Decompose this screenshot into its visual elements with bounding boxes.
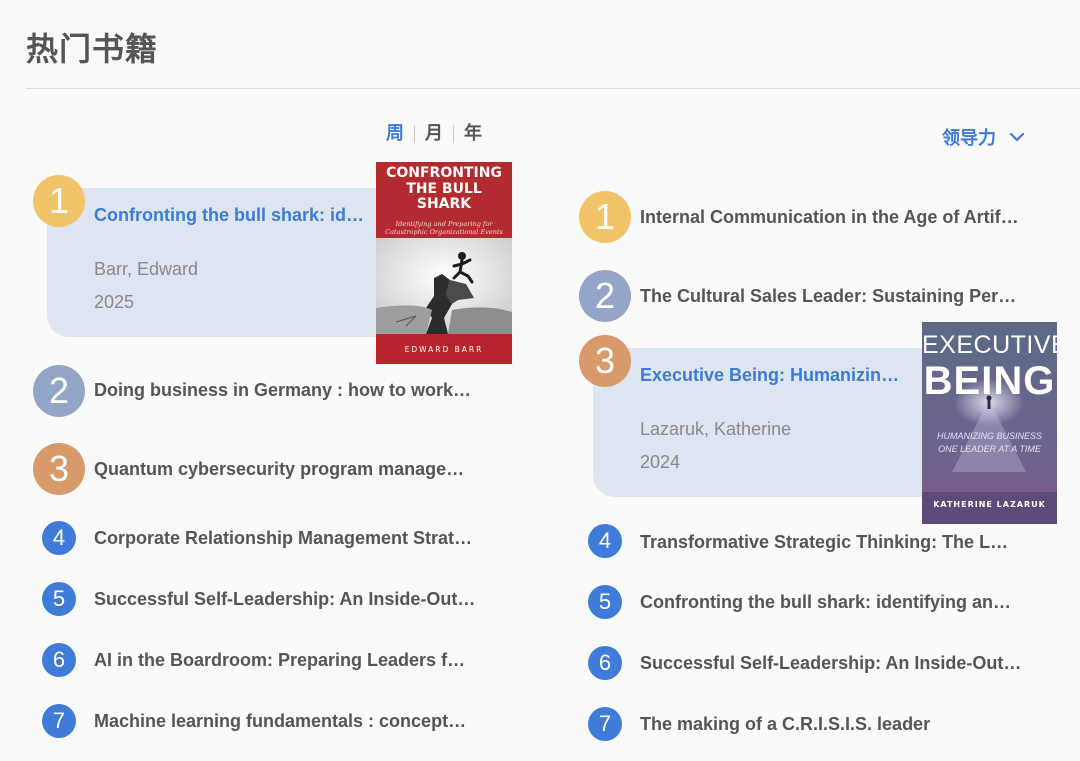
rank-badge: 3 xyxy=(33,443,85,495)
cover-title: EXECUTIVE BEING xyxy=(922,331,1057,403)
cover-subtitle: HUMANIZING BUSINESS ONE LEADER AT A TIME xyxy=(936,431,1042,454)
featured-book-title[interactable]: Executive Being: Humanizing Business One… xyxy=(640,365,904,386)
featured-book-year: 2025 xyxy=(94,292,135,312)
chevron-down-icon xyxy=(1009,132,1025,142)
period-tabs: 周 月 年 xyxy=(386,122,492,146)
rank-badge: 5 xyxy=(588,585,622,619)
featured-book-author: Lazaruk, Katherine xyxy=(640,419,792,439)
rank-badge: 2 xyxy=(33,365,85,417)
rank-badge: 2 xyxy=(579,270,631,322)
book-title[interactable]: Quantum cybersecurity program management xyxy=(94,459,474,480)
book-cover-image[interactable]: EXECUTIVE BEING HUMANIZING BUSINESS ONE … xyxy=(922,322,1057,524)
cover-author: EDWARD BARR xyxy=(404,345,484,354)
category-dropdown[interactable]: 领导力 xyxy=(942,124,1026,150)
category-label: 领导力 xyxy=(942,128,996,149)
cover-author: KATHERINE LAZARUK xyxy=(933,500,1046,509)
rank-badge: 3 xyxy=(579,335,631,387)
book-title[interactable]: Transformative Strategic Thinking: The L… xyxy=(640,532,1016,553)
book-title[interactable]: The making of a C.R.I.S.I.S. leader xyxy=(640,714,1020,735)
rank-badge: 6 xyxy=(42,643,76,677)
rank-badge: 1 xyxy=(33,175,85,227)
rank-badge: 1 xyxy=(579,191,631,243)
tab-week[interactable]: 周 xyxy=(386,122,414,146)
book-title[interactable]: Internal Communication in the Age of Art… xyxy=(640,207,1022,228)
rank-badge: 6 xyxy=(588,646,622,680)
rank-badge: 4 xyxy=(588,524,622,558)
tab-month[interactable]: 月 xyxy=(415,122,453,146)
book-title[interactable]: Machine learning fundamentals : concepts… xyxy=(94,711,470,732)
book-title[interactable]: Corporate Relationship Management Strate… xyxy=(94,528,474,549)
rank-badge: 5 xyxy=(42,582,76,616)
featured-book-year: 2024 xyxy=(640,452,681,472)
cover-illustration xyxy=(376,238,512,334)
featured-book-title[interactable]: Confronting the bull shark: identifying … xyxy=(94,205,364,226)
featured-book-author: Barr, Edward xyxy=(94,259,199,279)
rank-badge: 7 xyxy=(588,707,622,741)
book-title[interactable]: The Cultural Sales Leader: Sustaining Pe… xyxy=(640,286,1020,307)
rank-badge: 7 xyxy=(42,704,76,738)
book-title[interactable]: AI in the Boardroom: Preparing Leaders f… xyxy=(94,650,474,671)
book-title[interactable]: Successful Self-Leadership: An Inside-Ou… xyxy=(640,653,1024,674)
rank-badge: 4 xyxy=(42,521,76,555)
tab-year[interactable]: 年 xyxy=(454,122,492,146)
book-cover-image[interactable]: CONFRONTING THE BULL SHARK Identifying a… xyxy=(376,162,512,364)
page-title: 热门书籍 xyxy=(26,30,159,68)
book-title[interactable]: Successful Self-Leadership: An Inside-Ou… xyxy=(94,589,478,610)
book-title[interactable]: Confronting the bull shark: identifying … xyxy=(640,592,1020,613)
cover-title: CONFRONTING THE BULL SHARK xyxy=(386,165,502,212)
cover-subtitle: Identifying and Preparing for Catastroph… xyxy=(385,220,503,236)
book-title[interactable]: Doing business in Germany : how to work … xyxy=(94,380,474,401)
header-divider xyxy=(26,88,1080,89)
